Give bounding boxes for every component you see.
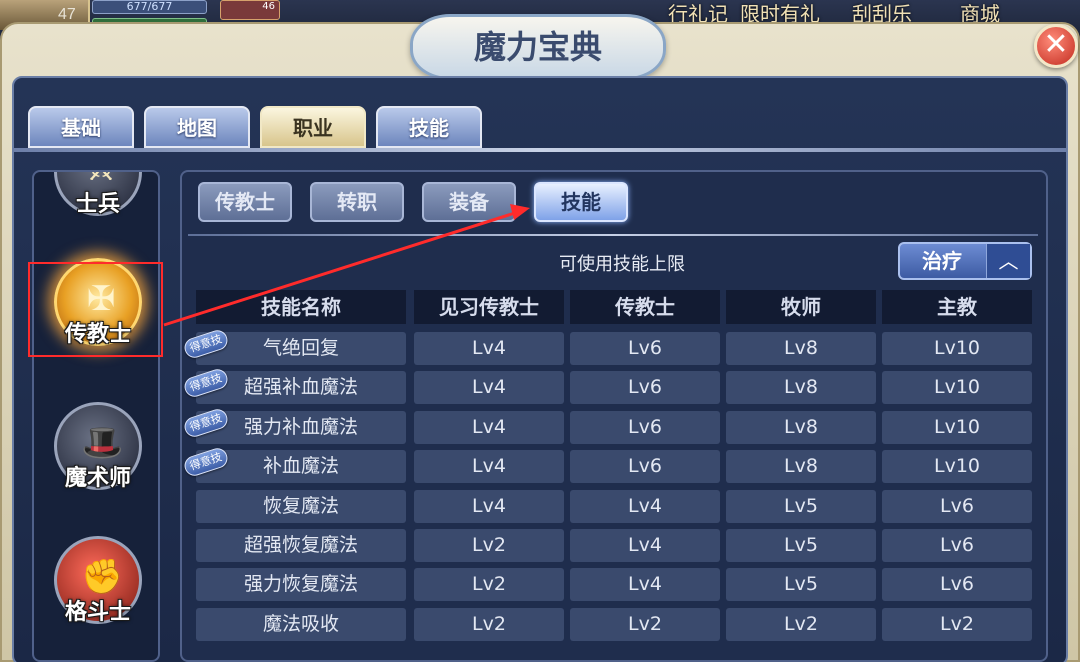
skill-name-cell: 强力补血魔法 [196,410,406,444]
class-label-fighter: 格斗士 [64,600,131,625]
header-skill-name: 技能名称 [196,290,406,324]
tab-divider [14,148,1066,152]
close-button[interactable]: ✕ [1034,24,1078,68]
window-body: 基础 地图 职业 技能 ⚔ 士兵 ✠ 传教士 🎩 魔术师 [12,76,1068,662]
skill-level-cell: Lv5 [726,568,876,602]
skill-level-cell: Lv10 [882,332,1032,365]
chevron-up-icon[interactable]: ︿ [986,244,1030,278]
skill-level-cell: Lv8 [726,371,876,405]
skill-level-cell: Lv8 [726,410,876,444]
skill-name-cell: 超强恢复魔法 [196,529,406,562]
skill-level-cell: Lv5 [726,529,876,562]
tab-profession[interactable]: 职业 [260,106,366,148]
skill-level-cell: Lv8 [726,332,876,365]
skill-level-cell: Lv6 [882,568,1032,602]
skill-level-cell: Lv6 [570,332,720,365]
skill-level-cell: Lv6 [882,489,1032,523]
subtab-equipment[interactable]: 装备 [422,182,516,222]
window-title: 魔力宝典 [410,14,666,80]
header-bishop: 主教 [882,290,1032,324]
subtab-job-change[interactable]: 转职 [310,182,404,222]
codex-window: 魔力宝典 ✕ 基础 地图 职业 技能 ⚔ 士兵 ✠ 传教士 � [0,14,1080,662]
tab-basics[interactable]: 基础 [28,106,134,148]
header-apprentice: 见习传教士 [414,290,564,324]
skill-name-cell: 恢复魔法 [196,489,406,523]
skill-level-cell: Lv2 [414,568,564,602]
skill-level-cell: Lv6 [882,529,1032,562]
skill-name-cell: 魔法吸收 [196,607,406,641]
skill-level-cell: Lv2 [570,607,720,641]
skill-limit-title: 可使用技能上限 [559,254,685,275]
skill-type-dropdown[interactable]: 治疗 ︿ [898,242,1032,280]
class-item-fighter[interactable]: ✊ 格斗士 [48,536,148,636]
subtab-skills[interactable]: 技能 [534,182,628,222]
skill-level-cell: Lv4 [414,371,564,405]
skill-name-cell: 超强补血魔法 [196,371,406,405]
class-list[interactable]: ⚔ 士兵 ✠ 传教士 🎩 魔术师 ✊ 格斗士 [32,170,160,662]
skill-level-cell: Lv4 [414,410,564,444]
skill-level-cell: Lv6 [570,410,720,444]
header-priest: 牧师 [726,290,876,324]
tab-map[interactable]: 地图 [144,106,250,148]
tab-skills[interactable]: 技能 [376,106,482,148]
skill-level-cell: Lv6 [570,371,720,405]
panel-divider [188,234,1038,236]
class-label-magician: 魔术师 [64,466,131,491]
skill-name-cell: 强力恢复魔法 [196,568,406,602]
skill-panel: 传教士 转职 装备 技能 可使用技能上限 治疗 ︿ 技能名称 见习传教士 传教士… [180,170,1048,662]
skill-level-cell: Lv5 [726,489,876,523]
class-label-soldier: 士兵 [75,192,120,217]
pet-level: 46 [220,0,280,20]
hp-bar: 677/677 [92,0,207,14]
dropdown-value: 治疗 [922,249,962,273]
skill-level-cell: Lv10 [882,410,1032,444]
skill-name-cell: 补血魔法 [196,450,406,484]
subtab-missionary[interactable]: 传教士 [198,182,292,222]
class-item-magician[interactable]: 🎩 魔术师 [48,402,148,502]
skill-level-cell: Lv2 [726,607,876,641]
skill-level-cell: Lv4 [570,489,720,523]
class-item-soldier[interactable]: ⚔ 士兵 [48,172,148,228]
skill-level-cell: Lv2 [414,529,564,562]
skill-level-cell: Lv8 [726,450,876,484]
skill-level-cell: Lv4 [414,332,564,365]
skill-level-cell: Lv4 [414,489,564,523]
skill-level-cell: Lv10 [882,371,1032,405]
skill-level-cell: Lv4 [570,568,720,602]
skill-level-cell: Lv4 [570,529,720,562]
annotation-highlight-box [28,262,163,357]
skill-level-cell: Lv2 [882,607,1032,641]
skill-level-cell: Lv10 [882,450,1032,484]
skill-level-cell: Lv4 [414,450,564,484]
skill-level-cell: Lv2 [414,607,564,641]
skill-name-cell: 气绝回复 [196,332,406,365]
header-missionary: 传教士 [570,290,720,324]
skill-level-cell: Lv6 [570,450,720,484]
